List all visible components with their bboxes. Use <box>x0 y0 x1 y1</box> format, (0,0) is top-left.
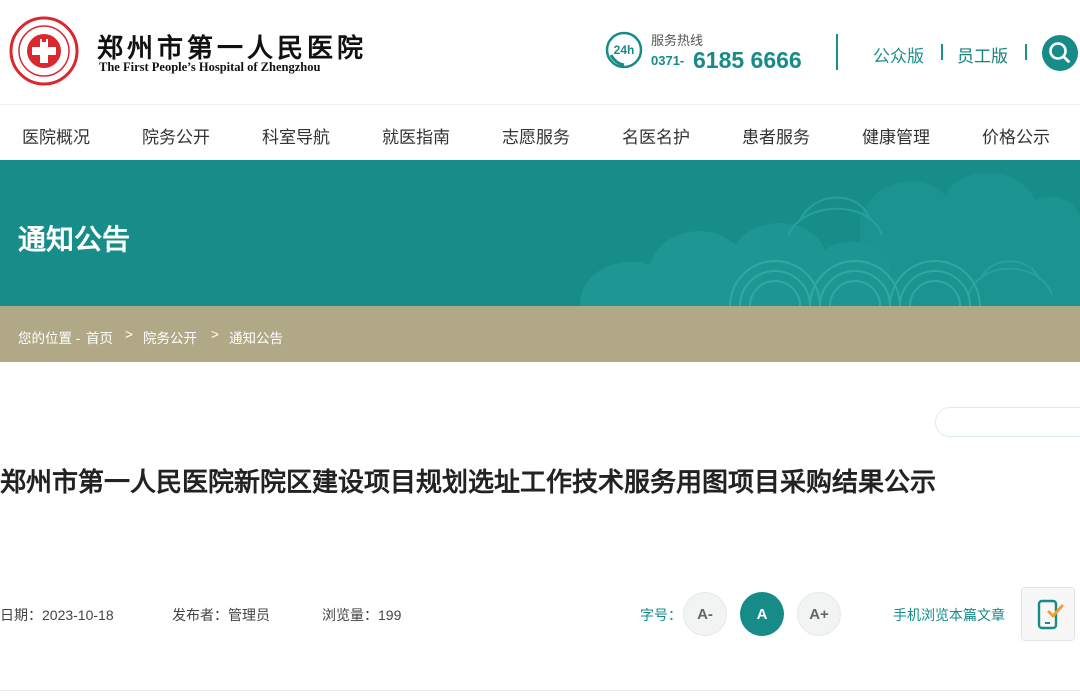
font-larger-button[interactable]: A+ <box>797 592 841 636</box>
decorative-pill <box>935 407 1080 437</box>
mobile-view-link[interactable]: 手机浏览本篇文章 <box>893 605 1005 625</box>
search-icon <box>1049 42 1070 63</box>
hotline-24h-icon: 24h <box>605 31 643 69</box>
page-banner: 通知公告 <box>0 160 1080 306</box>
font-smaller-button[interactable]: A- <box>683 592 727 636</box>
article-title: 郑州市第一人民医院新院区建设项目规划选址工作技术服务用图项目采购结果公示 <box>0 467 937 497</box>
article-publisher: 发布者：管理员 <box>172 607 270 623</box>
mobile-view-button[interactable] <box>1021 587 1075 641</box>
search-button[interactable] <box>1042 35 1078 71</box>
site-header: 郑州市第一人民医院 The First People’s Hospital of… <box>0 0 1080 104</box>
nav-item-volunteer-service[interactable]: 志愿服务 <box>502 123 570 148</box>
staff-version-link[interactable]: 员工版 <box>957 42 1008 67</box>
breadcrumb-lead: 您的位置 - <box>18 331 81 346</box>
hospital-emblem-icon[interactable] <box>9 16 79 86</box>
public-version-link[interactable]: 公众版 <box>873 42 924 67</box>
nav-item-hospital-overview[interactable]: 医院概况 <box>22 123 90 148</box>
link-separator <box>941 44 943 60</box>
cloud-pattern-decoration <box>580 173 1080 306</box>
banner-title: 通知公告 <box>18 224 131 255</box>
hotline-badge-text: 24h <box>614 43 635 57</box>
breadcrumb: 您的位置 - 首页 > 院务公开 > 通知公告 <box>0 306 1080 362</box>
nav-item-patient-guide[interactable]: 就医指南 <box>382 123 450 148</box>
content-divider <box>0 690 1080 691</box>
nav-item-department-guide[interactable]: 科室导航 <box>262 123 330 148</box>
article-views: 浏览量：199 <box>322 607 402 623</box>
breadcrumb-current[interactable]: 通知公告 <box>229 327 283 347</box>
font-size-label: 字号： <box>640 607 682 623</box>
article-date: 日期：2023-10-18 <box>0 607 114 623</box>
page: 郑州市第一人民医院 The First People’s Hospital of… <box>0 0 1080 697</box>
nav-item-health-management[interactable]: 健康管理 <box>862 123 930 148</box>
link-separator <box>1025 44 1027 60</box>
main-nav: 医院概况 院务公开 科室导航 就医指南 志愿服务 名医名护 患者服务 健康管理 … <box>0 104 1080 160</box>
breadcrumb-separator: > <box>125 327 133 342</box>
header-divider <box>836 34 838 70</box>
nav-item-famous-doctors[interactable]: 名医名护 <box>622 123 690 148</box>
breadcrumb-home[interactable]: 首页 <box>86 327 113 347</box>
hotline-number: 6185 6666 <box>693 47 802 73</box>
breadcrumb-affairs[interactable]: 院务公开 <box>143 327 197 347</box>
font-normal-button[interactable]: A <box>740 592 784 636</box>
logo-english-name[interactable]: The First People’s Hospital of Zhengzhou <box>99 60 320 75</box>
breadcrumb-separator: > <box>211 327 219 342</box>
nav-item-patient-service[interactable]: 患者服务 <box>742 123 810 148</box>
mobile-check-icon <box>1037 599 1064 630</box>
hotline-area-code: 0371- <box>651 53 685 68</box>
nav-item-affairs-disclosure[interactable]: 院务公开 <box>142 123 210 148</box>
nav-item-price-disclosure[interactable]: 价格公示 <box>982 123 1050 148</box>
